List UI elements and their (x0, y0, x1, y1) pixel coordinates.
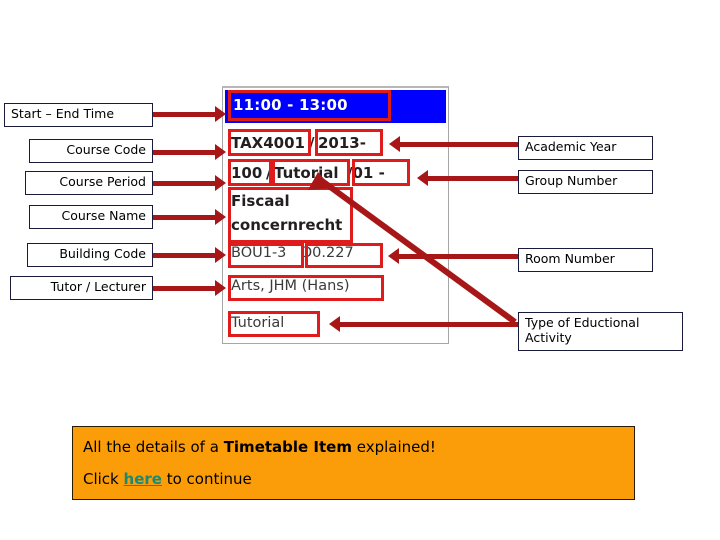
label-tutor-lecturer-text: Tutor / Lecturer (50, 279, 146, 294)
arrowhead-course-name (215, 209, 226, 225)
footer-callout: All the details of a Timetable Item expl… (72, 426, 635, 500)
label-course-code: Course Code (29, 139, 153, 163)
label-type-of-educational-activity-line2: Activity (525, 329, 572, 345)
arrowhead-course-period (215, 175, 226, 191)
highlight-course-code (228, 129, 311, 156)
label-building-code: Building Code (27, 243, 153, 267)
label-course-period: Course Period (25, 171, 153, 195)
footer-line-1: All the details of a Timetable Item expl… (83, 438, 436, 456)
label-room-number-text: Room Number (525, 251, 615, 266)
label-course-name: Course Name (29, 205, 153, 229)
highlight-course-period (228, 159, 272, 186)
highlight-group-number (352, 159, 410, 186)
label-academic-year-text: Academic Year (525, 139, 617, 154)
highlight-activity-type (228, 311, 320, 337)
label-tutor-lecturer: Tutor / Lecturer (10, 276, 153, 300)
connector-group-number (428, 176, 520, 181)
label-group-number: Group Number (518, 170, 653, 194)
highlight-activity-type-inline (272, 159, 350, 186)
highlight-room-number (305, 243, 383, 268)
highlight-academic-year (315, 129, 383, 156)
footer-line2-suffix: to continue (161, 470, 252, 488)
footer-line1-prefix: All the details of a (83, 438, 224, 456)
connector-course-period (153, 181, 221, 186)
continue-link[interactable]: here (124, 470, 162, 488)
connector-start-end-time (153, 112, 221, 117)
label-academic-year: Academic Year (518, 136, 653, 160)
connector-course-code (153, 150, 221, 155)
connector-course-name (153, 215, 221, 220)
connector-tutor-lecturer (153, 286, 221, 291)
arrowhead-course-code (215, 144, 226, 160)
label-course-name-text: Course Name (61, 208, 147, 223)
arrowhead-group-number (417, 170, 428, 186)
label-start-end-time-text: Start – End Time (11, 106, 115, 121)
arrowhead-tutor-lecturer (215, 280, 226, 296)
label-room-number: Room Number (518, 248, 653, 272)
label-building-code-text: Building Code (59, 246, 146, 261)
label-course-code-text: Course Code (66, 142, 146, 157)
label-course-period-text: Course Period (59, 174, 146, 189)
arrowhead-room-number (388, 248, 399, 264)
connector-activity-type (340, 322, 520, 327)
label-start-end-time: Start – End Time (4, 103, 153, 127)
connector-room-number (399, 254, 520, 259)
arrowhead-start-end-time (215, 106, 226, 122)
highlight-course-name (228, 187, 353, 243)
label-type-of-educational-activity: Type of Eductional Activity (518, 312, 683, 351)
arrowhead-building-code (215, 247, 226, 263)
highlight-building-code (228, 243, 304, 268)
footer-line1-bold: Timetable Item (223, 438, 352, 456)
footer-line-2: Click here to continue (83, 470, 252, 488)
connector-building-code (153, 253, 221, 258)
highlight-time (228, 90, 391, 121)
label-type-of-educational-activity-line1: Type of Eductional (525, 315, 640, 330)
arrowhead-activity-type (329, 316, 340, 332)
footer-line2-prefix: Click (83, 470, 124, 488)
footer-line1-suffix: explained! (352, 438, 436, 456)
connector-academic-year (400, 142, 520, 147)
label-group-number-text: Group Number (525, 173, 618, 188)
highlight-tutor (228, 275, 384, 301)
arrowhead-academic-year (389, 136, 400, 152)
